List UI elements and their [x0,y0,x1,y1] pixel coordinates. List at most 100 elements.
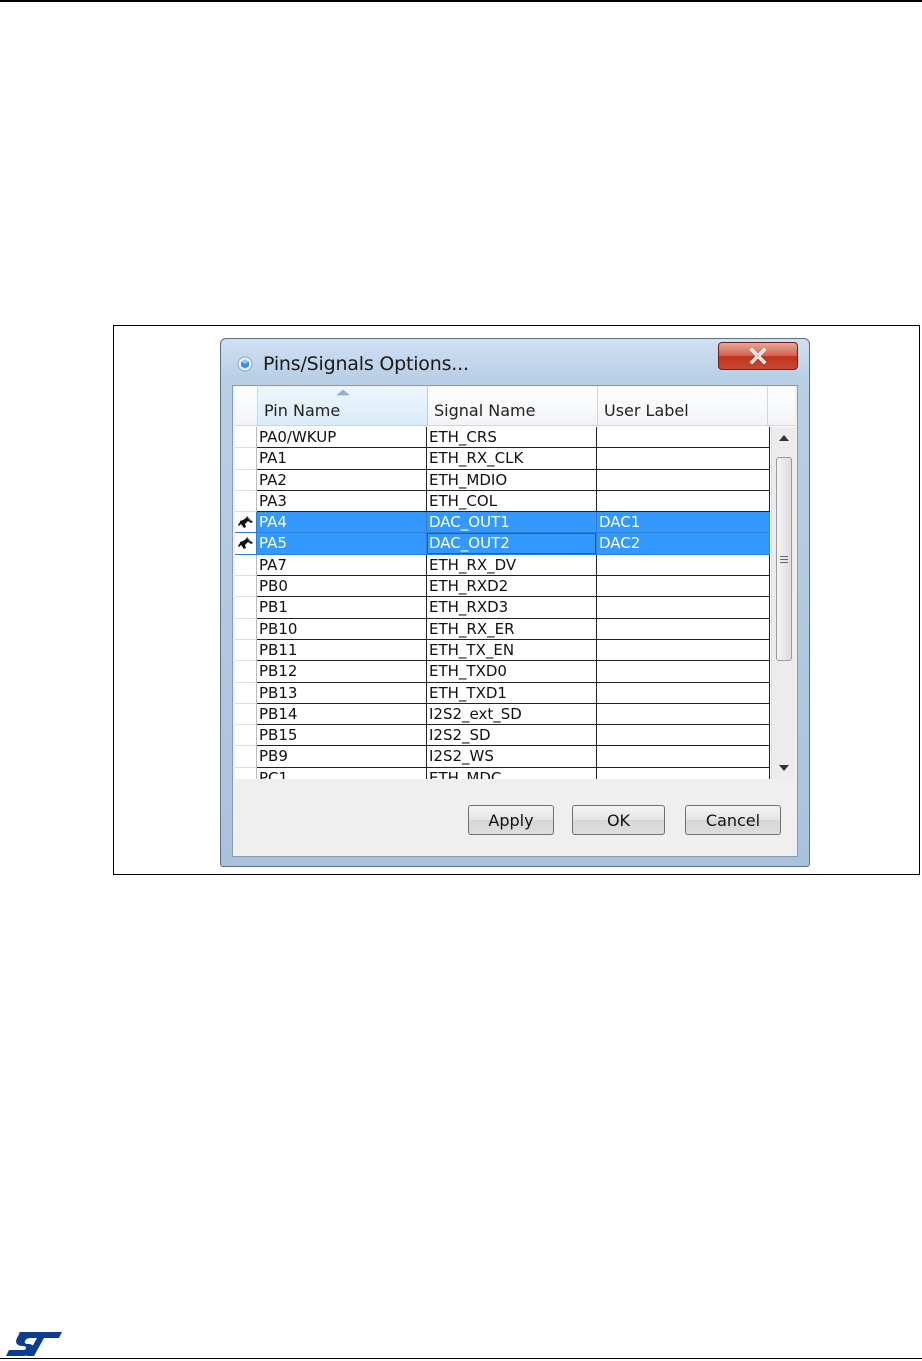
user-label-cell[interactable] [597,597,770,619]
scroll-up-button[interactable] [772,427,795,449]
user-label-cell[interactable] [597,746,770,768]
pin-marker-cell [235,448,257,470]
table-row[interactable]: PA3 ETH_COL [235,490,770,513]
pin-name-cell: PB10 [257,618,427,640]
app-icon [237,356,253,372]
arrow-down-icon [779,765,789,771]
signal-name-cell: ETH_RX_DV [427,554,597,577]
signal-name-cell: ETH_RX_CLK [427,448,597,470]
cancel-button[interactable]: Cancel [685,805,781,835]
user-label-cell[interactable] [597,767,770,779]
apply-button[interactable]: Apply [468,805,554,835]
pin-name-cell: PA5 [257,533,427,555]
close-button[interactable] [718,342,798,370]
user-label-cell[interactable] [597,469,770,491]
table-row[interactable]: PB14 I2S2_ext_SD [235,703,770,726]
table-row[interactable]: PA4 DAC_OUT1 DAC1 [235,512,770,534]
table-row[interactable]: PB1 ETH_RXD3 [235,597,770,619]
pin-name-cell: PA0/WKUP [257,427,427,449]
header-user-label-label: User Label [604,401,689,420]
user-label-cell[interactable] [597,427,770,449]
user-label-cell[interactable] [597,576,770,598]
table-row[interactable]: PB10 ETH_RX_ER [235,618,770,640]
table-row[interactable]: PA0/WKUP ETH_CRS [235,427,770,449]
table-row[interactable]: PB15 I2S2_SD [235,725,770,747]
user-label-cell[interactable] [597,448,770,470]
pins-signals-dialog: Pins/Signals Options... Pin Name Signal … [220,338,810,867]
signal-name-cell: I2S2_ext_SD [427,703,597,726]
st-logo [6,1332,62,1356]
table-row[interactable]: PA1 ETH_RX_CLK [235,448,770,470]
signal-name-cell: I2S2_WS [427,746,597,768]
signal-name-cell: ETH_TXD1 [427,682,597,704]
pins-table: Pin Name Signal Name User Label PA0/WKUP… [235,387,795,779]
pin-marker-cell [235,618,257,640]
table-row[interactable]: PB11 ETH_TX_EN [235,639,770,662]
sort-ascending-icon [336,389,350,396]
user-label-cell[interactable] [597,618,770,640]
signal-name-cell: I2S2_SD [427,725,597,747]
pin-marker-cell [235,703,257,726]
table-row[interactable]: PB0 ETH_RXD2 [235,576,770,598]
pin-marker-cell [235,597,257,619]
table-row[interactable]: PA2 ETH_MDIO [235,469,770,491]
table-row[interactable]: PC1 ETH_MDC [235,767,770,779]
close-icon [749,348,767,364]
user-label-cell[interactable] [597,639,770,662]
header-pin-column [235,387,258,425]
pin-marker-cell [235,533,257,555]
pin-marker-cell [235,639,257,662]
signal-name-cell: ETH_TXD0 [427,661,597,683]
pin-name-cell: PC1 [257,767,427,779]
header-user-label[interactable]: User Label [598,387,768,425]
pin-name-cell: PB14 [257,703,427,726]
table-row[interactable]: PA5 DAC_OUT2 DAC2 [235,533,770,555]
pin-marker-cell [235,746,257,768]
signal-name-cell: DAC_OUT2 [427,533,597,555]
pin-name-cell: PA3 [257,490,427,513]
pin-name-cell: PA1 [257,448,427,470]
scroll-down-button[interactable] [772,757,795,779]
pin-marker-cell [235,767,257,779]
table-row[interactable]: PA7 ETH_RX_DV [235,554,770,577]
pin-name-cell: PB9 [257,746,427,768]
arrow-up-icon [779,435,789,441]
dialog-client-area: Pin Name Signal Name User Label PA0/WKUP… [232,385,798,857]
signal-name-cell: ETH_CRS [427,427,597,449]
pin-marker-cell [235,682,257,704]
user-label-cell[interactable] [597,703,770,726]
vertical-scrollbar[interactable] [771,427,795,779]
header-signal-name[interactable]: Signal Name [428,387,598,425]
user-label-cell[interactable] [597,682,770,704]
table-row[interactable]: PB9 I2S2_WS [235,746,770,768]
table-row[interactable]: PB12 ETH_TXD0 [235,661,770,683]
pin-name-cell: PB1 [257,597,427,619]
pushpin-icon [238,516,253,529]
user-label-cell[interactable]: DAC1 [597,512,770,534]
user-label-cell[interactable] [597,725,770,747]
signal-name-cell: ETH_RXD3 [427,597,597,619]
signal-name-cell: ETH_MDC [427,767,597,779]
header-pin-name[interactable]: Pin Name [258,387,428,425]
user-label-cell[interactable] [597,554,770,577]
table-body: PA0/WKUP ETH_CRS PA1 ETH_RX_CLK PA2 ETH_MDIO P… [235,427,770,779]
scroll-thumb[interactable] [776,457,792,661]
signal-name-cell: DAC_OUT1 [427,512,597,534]
pin-marker-cell [235,469,257,491]
pin-name-cell: PB12 [257,661,427,683]
table-header: Pin Name Signal Name User Label [235,387,795,426]
pin-name-cell: PB0 [257,576,427,598]
dialog-title: Pins/Signals Options... [263,353,469,375]
pin-name-cell: PB13 [257,682,427,704]
table-row[interactable]: PB13 ETH_TXD1 [235,682,770,704]
grip-icon [780,556,788,563]
pin-name-cell: PA7 [257,554,427,577]
user-label-cell[interactable] [597,661,770,683]
ok-button[interactable]: OK [572,805,665,835]
user-label-cell[interactable] [597,490,770,513]
pin-marker-cell [235,512,257,534]
header-pin-name-label: Pin Name [264,401,341,420]
pin-marker-cell [235,427,257,449]
header-signal-name-label: Signal Name [434,401,536,420]
user-label-cell[interactable]: DAC2 [597,533,770,555]
